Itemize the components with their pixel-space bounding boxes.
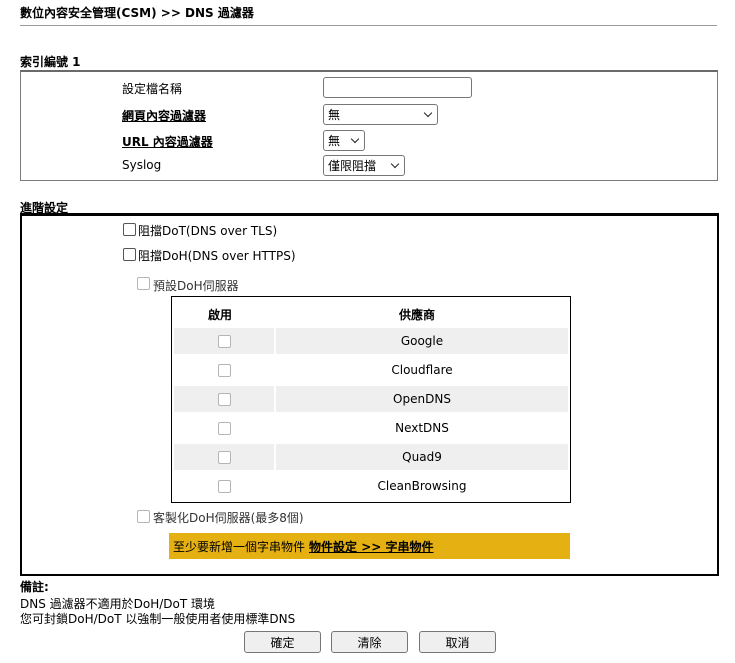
preset-doh-checkbox[interactable] [137, 277, 150, 290]
notes-title: 備註: [20, 580, 49, 594]
notes-line-2: 您可封鎖DoH/DoT 以強制一般使用者使用標準DNS [20, 612, 296, 626]
table-header-provider: 供應商 [399, 308, 436, 322]
table-row: Quad9 [174, 444, 568, 470]
table-row: CleanBrowsing [174, 473, 568, 499]
table-row: OpenDNS [174, 386, 568, 412]
chevron-down-icon [350, 134, 360, 143]
provider-name: NextDNS [395, 421, 449, 435]
string-object-link[interactable]: 物件設定 >> 字串物件 [309, 538, 433, 555]
provider-name: OpenDNS [393, 392, 451, 406]
doh-provider-table: 啟用 供應商 Google Cloudflare OpenDNS NextDNS… [171, 296, 571, 503]
syslog-label: Syslog [122, 158, 162, 172]
web-filter-select[interactable]: 無 [323, 104, 438, 125]
advanced-settings-box: 阻擋DoT(DNS over TLS) 阻擋DoH(DNS over HTTPS… [20, 214, 719, 576]
web-filter-selected-value: 無 [328, 108, 341, 122]
block-dot-checkbox[interactable] [123, 223, 136, 236]
clear-button[interactable]: 清除 [331, 631, 408, 653]
profile-settings-box: 設定檔名稱 網頁內容過濾器 無 URL 內容過濾器 無 Syslog 僅限阻擋 [20, 70, 718, 181]
provider-enable-checkbox[interactable] [217, 479, 231, 493]
table-header-enable: 啟用 [208, 308, 233, 322]
title-divider [20, 25, 717, 26]
table-row: NextDNS [174, 415, 568, 441]
block-doh-checkbox[interactable] [123, 248, 136, 261]
chevron-down-icon [390, 159, 400, 168]
string-object-warning-banner: 至少要新增一個字串物件 物件設定 >> 字串物件 [169, 533, 570, 559]
provider-enable-checkbox[interactable] [217, 450, 231, 464]
url-filter-select[interactable]: 無 [323, 130, 365, 151]
provider-enable-checkbox[interactable] [217, 363, 231, 377]
ok-button[interactable]: 確定 [244, 631, 321, 653]
url-filter-selected-value: 無 [328, 134, 341, 148]
page-title: 數位內容安全管理(CSM) >> DNS 過濾器 [20, 6, 254, 20]
cancel-button[interactable]: 取消 [419, 631, 496, 653]
preset-doh-label: 預設DoH伺服器 [153, 279, 239, 293]
profile-name-input[interactable] [323, 77, 472, 98]
table-row: Google [174, 328, 568, 354]
table-row: Cloudflare [174, 357, 568, 383]
custom-doh-checkbox[interactable] [137, 510, 150, 523]
syslog-select[interactable]: 僅限阻擋 [323, 155, 405, 176]
chevron-down-icon [423, 108, 433, 117]
profile-section-title: 索引編號 1 [20, 55, 81, 69]
custom-doh-label: 客製化DoH伺服器(最多8個) [153, 511, 304, 525]
web-filter-link[interactable]: 網頁內容過濾器 [122, 107, 206, 124]
block-doh-label: 阻擋DoH(DNS over HTTPS) [138, 249, 296, 263]
url-filter-link[interactable]: URL 內容過濾器 [122, 133, 213, 150]
provider-name: CleanBrowsing [377, 479, 467, 493]
block-dot-label: 阻擋DoT(DNS over TLS) [138, 224, 278, 238]
profile-name-label: 設定檔名稱 [122, 82, 183, 96]
provider-name: Cloudflare [391, 363, 453, 377]
provider-enable-checkbox[interactable] [217, 334, 231, 348]
banner-text: 至少要新增一個字串物件 [173, 539, 306, 554]
syslog-selected-value: 僅限阻擋 [328, 159, 377, 173]
provider-enable-checkbox[interactable] [217, 392, 231, 406]
provider-name: Quad9 [402, 450, 442, 464]
provider-name: Google [400, 334, 444, 348]
provider-enable-checkbox[interactable] [217, 421, 231, 435]
